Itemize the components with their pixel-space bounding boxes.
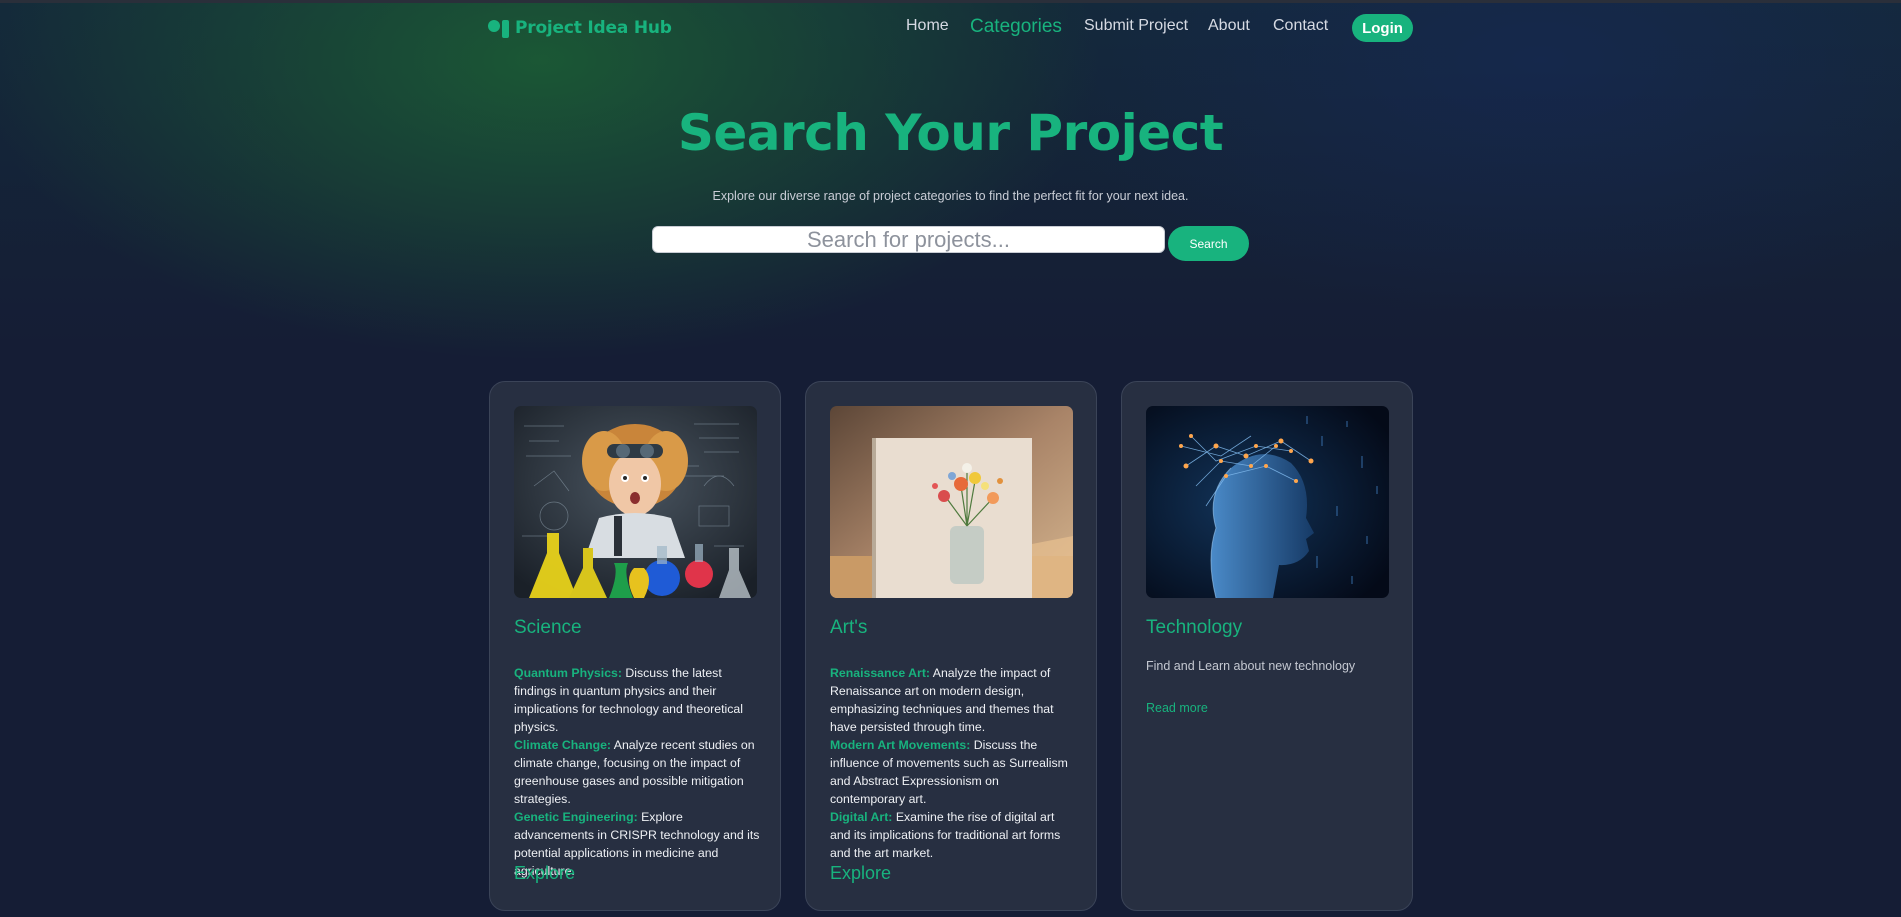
card-topic-list: Renaissance Art: Analyze the impact of R… bbox=[830, 664, 1076, 862]
search-input[interactable] bbox=[652, 226, 1165, 253]
read-more-link[interactable]: Read more bbox=[1146, 701, 1208, 715]
list-item: Quantum Physics: Discuss the latest find… bbox=[514, 666, 743, 734]
hero-subtitle: Explore our diverse range of project cat… bbox=[712, 189, 1189, 203]
science-kid-lab-image bbox=[514, 406, 757, 598]
nav-link-home[interactable]: Home bbox=[906, 17, 949, 35]
search-button[interactable]: Search bbox=[1168, 226, 1249, 261]
nav-link-submit-project[interactable]: Submit Project bbox=[1084, 17, 1188, 35]
list-item: Renaissance Art: Analyze the impact of R… bbox=[830, 666, 1054, 734]
brand-name: Project Idea Hub bbox=[515, 18, 672, 38]
project-hub-logo-icon bbox=[488, 18, 510, 38]
explore-link-science[interactable]: Explore bbox=[514, 863, 575, 884]
nav-link-about[interactable]: About bbox=[1208, 17, 1250, 35]
hero-title: Search Your Project bbox=[677, 104, 1224, 162]
category-card-technology: Technology Find and Learn about new tech… bbox=[1121, 381, 1413, 911]
brand-logo[interactable]: Project Idea Hub bbox=[488, 17, 672, 39]
card-title: Science bbox=[514, 617, 582, 638]
list-item: Modern Art Movements: Discuss the influe… bbox=[830, 738, 1068, 806]
list-item: Digital Art: Examine the rise of digital… bbox=[830, 810, 1061, 860]
top-navigation: Project Idea Hub Home Categories Submit … bbox=[0, 0, 1901, 56]
flower-vase-painting-image bbox=[830, 406, 1073, 598]
explore-link-arts[interactable]: Explore bbox=[830, 863, 891, 884]
card-title: Art's bbox=[830, 617, 868, 638]
card-title: Technology bbox=[1146, 617, 1243, 638]
category-card-arts: Art's Renaissance Art: Analyze the impac… bbox=[805, 381, 1097, 911]
card-topic-list: Quantum Physics: Discuss the latest find… bbox=[514, 664, 760, 880]
nav-link-categories[interactable]: Categories bbox=[970, 16, 1062, 38]
ai-neural-head-image bbox=[1146, 406, 1389, 598]
login-button[interactable]: Login bbox=[1352, 14, 1413, 42]
category-card-science: Science Quantum Physics: Discuss the lat… bbox=[489, 381, 781, 911]
nav-link-contact[interactable]: Contact bbox=[1273, 17, 1328, 35]
card-description: Find and Learn about new technology bbox=[1146, 659, 1356, 673]
list-item: Climate Change: Analyze recent studies o… bbox=[514, 738, 755, 806]
